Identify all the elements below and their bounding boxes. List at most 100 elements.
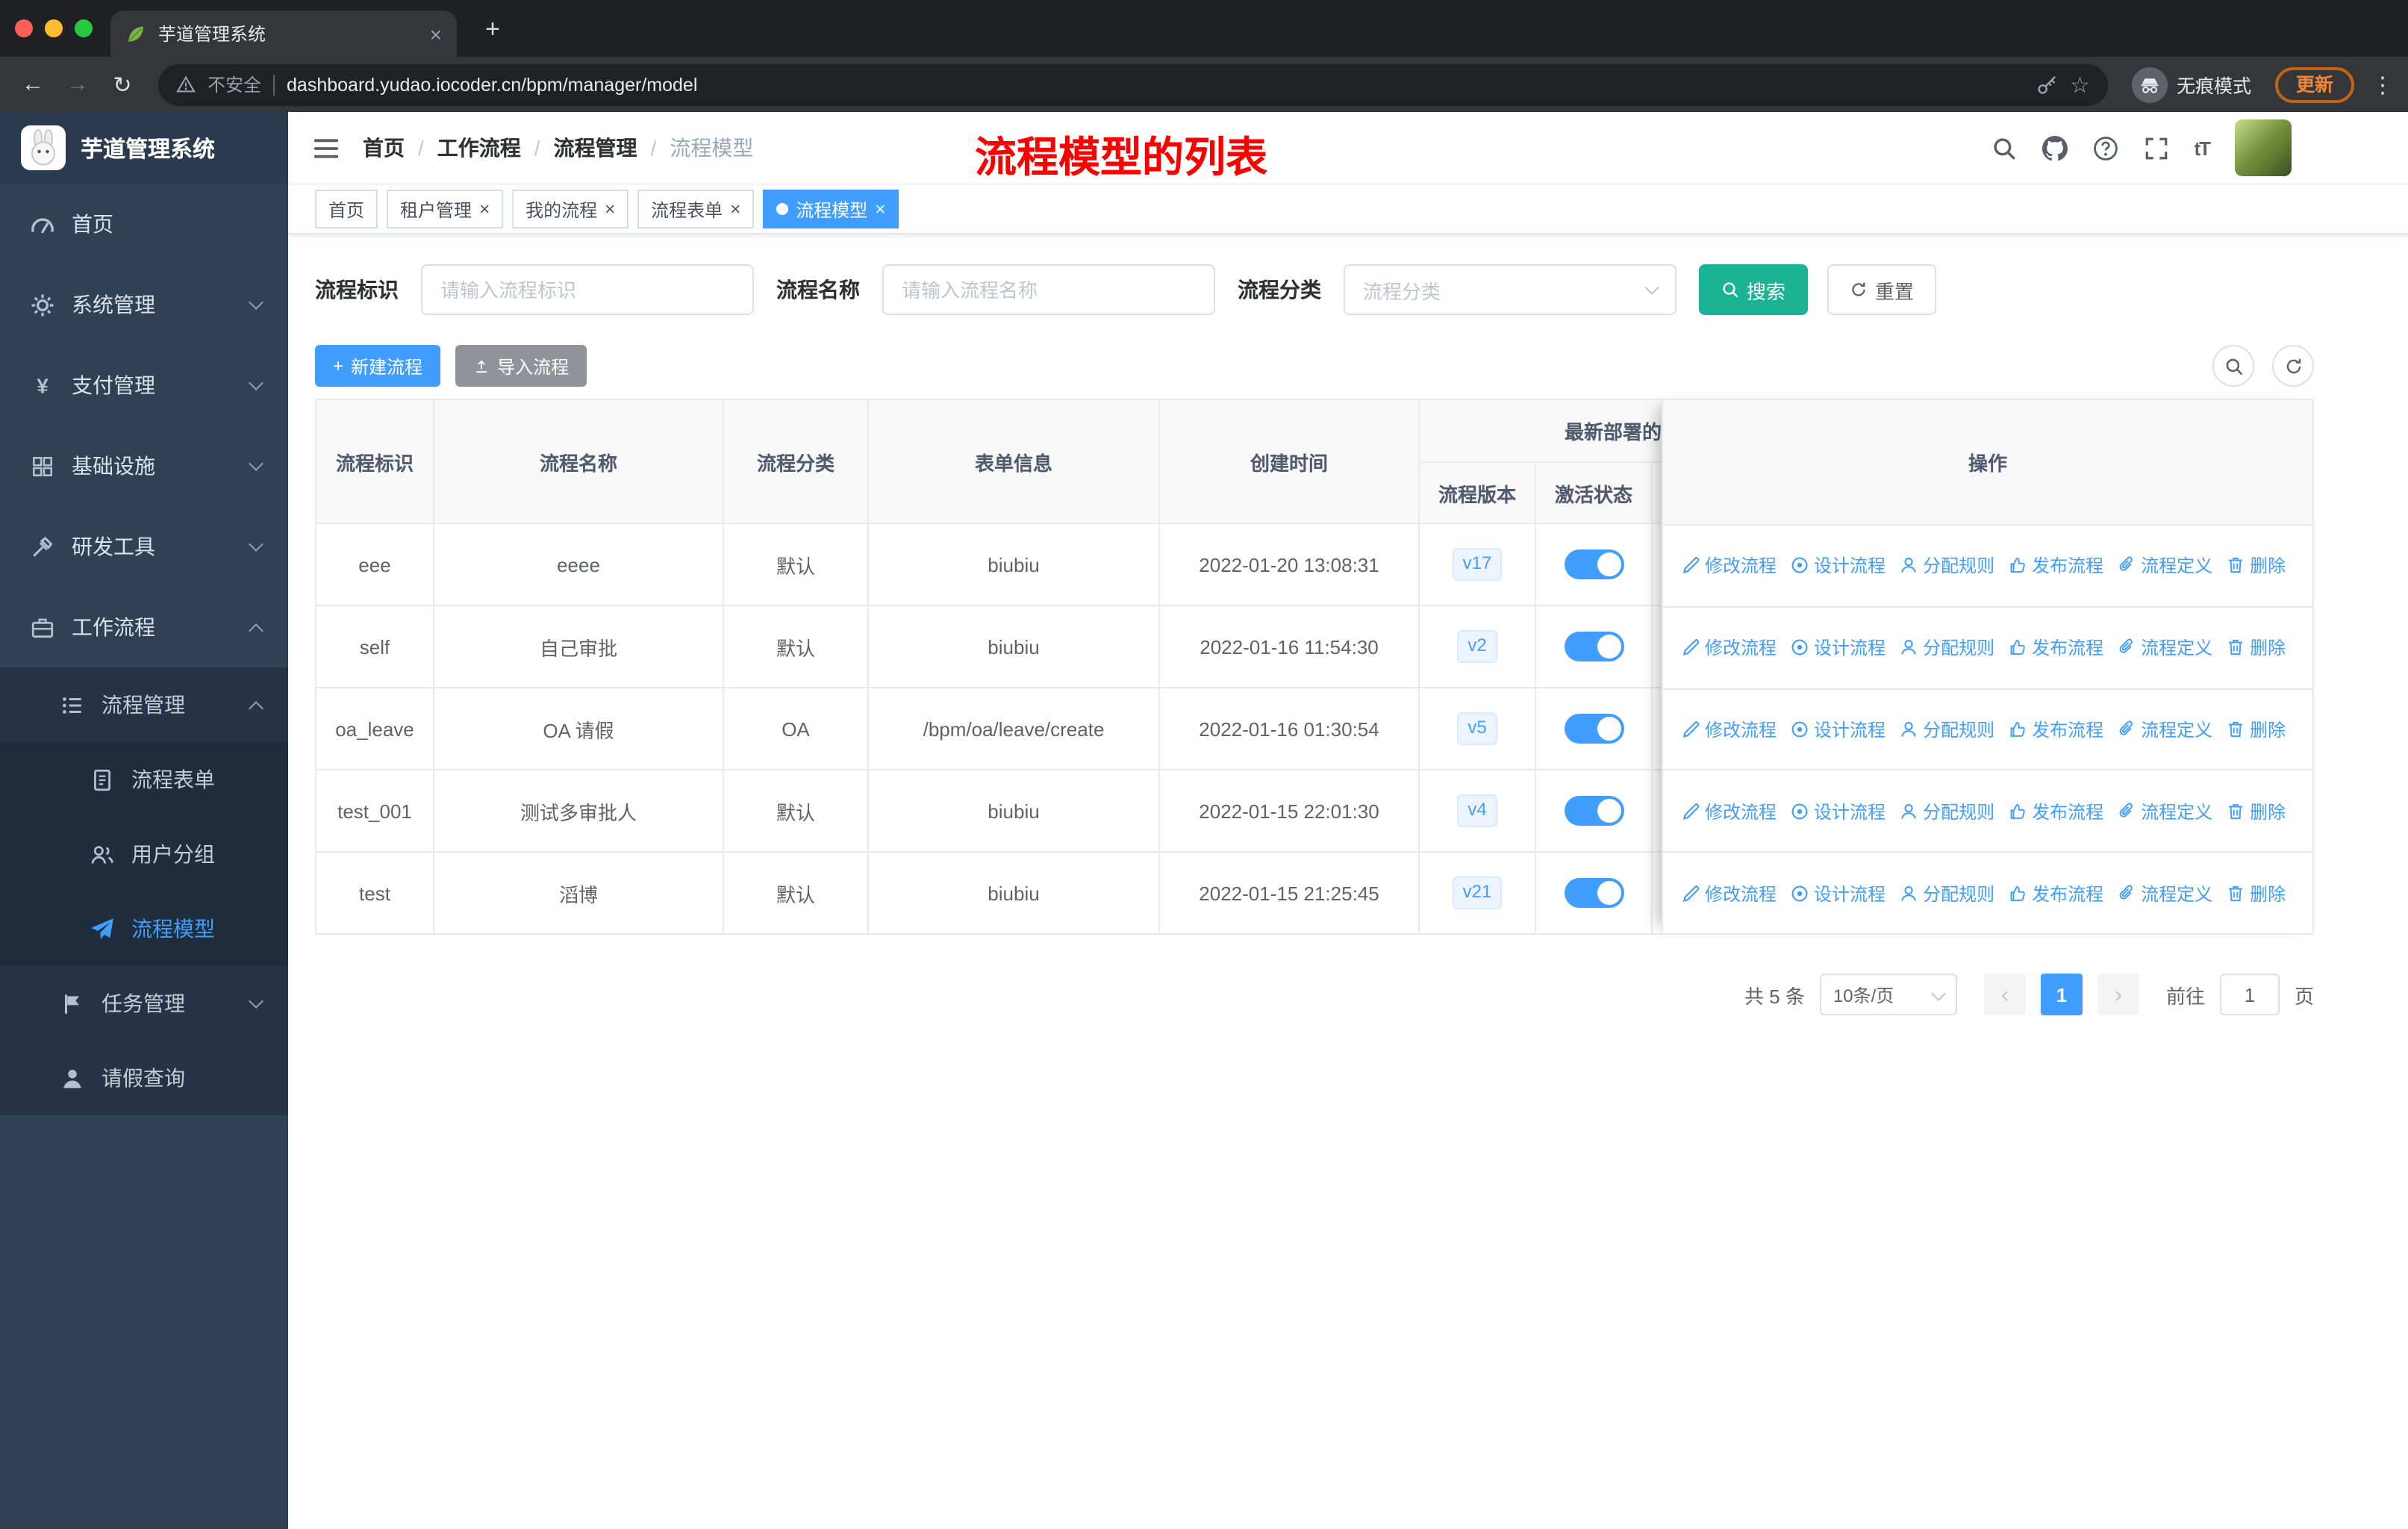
action-design-process[interactable]: 设计流程 (1790, 553, 1885, 579)
prev-page-button[interactable]: ‹ (1983, 974, 2026, 1015)
action-edit-process[interactable]: 修改流程 (1681, 799, 1777, 824)
tab-close-icon[interactable]: × (430, 23, 442, 44)
version-badge[interactable]: v21 (1452, 876, 1503, 909)
close-icon[interactable]: × (875, 200, 885, 218)
action-design-process[interactable]: 设计流程 (1790, 717, 1885, 742)
current-page-button[interactable]: 1 (2040, 974, 2083, 1015)
bookmark-star-icon[interactable]: ☆ (2070, 71, 2090, 98)
form-link[interactable]: biubiu (867, 851, 1160, 935)
action-publish-process[interactable]: 发布流程 (2008, 635, 2103, 660)
action-publish-process[interactable]: 发布流程 (2008, 880, 2103, 906)
breadcrumb-item[interactable]: 流程管理 (554, 133, 637, 163)
breadcrumb-item[interactable]: 工作流程 (437, 133, 521, 163)
import-process-button[interactable]: 导入流程 (455, 345, 587, 387)
action-assign-rule[interactable]: 分配规则 (1899, 717, 1994, 742)
action-edit-process[interactable]: 修改流程 (1681, 635, 1777, 660)
avatar[interactable] (2235, 119, 2292, 176)
address-bar[interactable]: 不安全 dashboard.yudao.iocoder.cn/bpm/manag… (158, 63, 2108, 105)
action-delete[interactable]: 删除 (2226, 880, 2286, 906)
forward-button[interactable]: → (57, 63, 99, 105)
tag-process-model[interactable]: 流程模型 × (763, 190, 899, 228)
reset-button[interactable]: 重置 (1827, 264, 1937, 315)
breadcrumb-item[interactable]: 首页 (363, 133, 405, 163)
action-delete[interactable]: 删除 (2226, 635, 2286, 660)
window-minimize-button[interactable] (45, 19, 63, 37)
version-badge[interactable]: v4 (1457, 794, 1497, 827)
sidebar-item-process-model[interactable]: 流程模型 (0, 891, 288, 966)
action-delete[interactable]: 删除 (2226, 553, 2286, 579)
close-icon[interactable]: × (730, 200, 740, 218)
fullscreen-icon[interactable] (2143, 135, 2168, 161)
next-page-button[interactable]: › (2097, 974, 2139, 1015)
action-publish-process[interactable]: 发布流程 (2008, 717, 2103, 742)
active-toggle[interactable] (1564, 714, 1623, 744)
action-design-process[interactable]: 设计流程 (1790, 880, 1885, 906)
security-label[interactable]: 不安全 (208, 72, 261, 97)
window-close-button[interactable] (15, 19, 33, 37)
action-publish-process[interactable]: 发布流程 (2008, 799, 2103, 824)
action-process-definition[interactable]: 流程定义 (2117, 635, 2212, 660)
sidebar-item-payment-management[interactable]: 支付管理 (0, 345, 288, 426)
window-zoom-button[interactable] (75, 19, 93, 37)
action-design-process[interactable]: 设计流程 (1790, 799, 1885, 824)
version-badge[interactable]: v17 (1452, 548, 1503, 581)
process-name-link[interactable]: OA 请假 (433, 687, 724, 770)
action-edit-process[interactable]: 修改流程 (1681, 880, 1777, 906)
sidebar-item-home[interactable]: 首页 (0, 184, 288, 264)
refresh-table-button[interactable] (2272, 345, 2314, 387)
action-publish-process[interactable]: 发布流程 (2008, 553, 2103, 579)
action-assign-rule[interactable]: 分配规则 (1899, 553, 1994, 579)
create-process-button[interactable]: + 新建流程 (315, 345, 441, 387)
github-icon[interactable] (2042, 135, 2067, 161)
new-tab-button[interactable]: + (475, 12, 511, 48)
process-key-input[interactable] (421, 264, 754, 315)
action-process-definition[interactable]: 流程定义 (2117, 880, 2212, 906)
action-process-definition[interactable]: 流程定义 (2117, 799, 2212, 824)
url-text[interactable]: dashboard.yudao.iocoder.cn/bpm/manager/m… (287, 74, 2024, 95)
action-delete[interactable]: 删除 (2226, 799, 2286, 824)
form-link[interactable]: biubiu (867, 523, 1160, 606)
action-delete[interactable]: 删除 (2226, 717, 2286, 742)
toggle-search-button[interactable] (2212, 345, 2254, 387)
action-assign-rule[interactable]: 分配规则 (1899, 799, 1994, 824)
app-logo[interactable]: 芋道管理系统 (0, 112, 288, 184)
close-icon[interactable]: × (605, 200, 615, 218)
sidebar-item-user-group[interactable]: 用户分组 (0, 817, 288, 891)
sidebar-item-process-form[interactable]: 流程表单 (0, 742, 288, 817)
help-icon[interactable] (2092, 135, 2118, 161)
security-warning-icon[interactable] (176, 75, 196, 94)
process-name-link[interactable]: 自己审批 (433, 605, 724, 688)
sidebar-item-task-management[interactable]: 任务管理 (0, 966, 288, 1041)
action-process-definition[interactable]: 流程定义 (2117, 553, 2212, 579)
page-size-select[interactable]: 10条/页 (1819, 974, 1957, 1015)
action-design-process[interactable]: 设计流程 (1790, 635, 1885, 660)
sidebar-item-system-management[interactable]: 系统管理 (0, 264, 288, 345)
sidebar-item-leave-query[interactable]: 请假查询 (0, 1041, 288, 1115)
font-size-icon[interactable]: tT (2194, 137, 2211, 159)
goto-page-input[interactable] (2219, 974, 2280, 1015)
process-name-input[interactable] (882, 264, 1215, 315)
process-name-link[interactable]: eeee (433, 523, 724, 606)
action-edit-process[interactable]: 修改流程 (1681, 553, 1777, 579)
form-link[interactable]: biubiu (867, 769, 1160, 853)
tag-home[interactable]: 首页 (315, 190, 378, 228)
process-name-link[interactable]: 测试多审批人 (433, 769, 724, 853)
action-edit-process[interactable]: 修改流程 (1681, 717, 1777, 742)
active-toggle[interactable] (1564, 796, 1623, 826)
browser-tab[interactable]: 芋道管理系统 × (110, 10, 457, 57)
search-icon[interactable] (1991, 135, 2016, 161)
version-badge[interactable]: v5 (1457, 712, 1497, 745)
active-toggle[interactable] (1564, 549, 1623, 579)
back-button[interactable]: ← (12, 63, 54, 105)
tag-tenant-management[interactable]: 租户管理 × (387, 190, 504, 228)
sidebar-item-process-management[interactable]: 流程管理 (0, 667, 288, 742)
tag-process-form[interactable]: 流程表单 × (637, 190, 755, 228)
active-toggle[interactable] (1564, 878, 1623, 908)
action-process-definition[interactable]: 流程定义 (2117, 717, 2212, 742)
password-key-icon[interactable] (2036, 73, 2058, 96)
sidebar-item-dev-tools[interactable]: 研发工具 (0, 506, 288, 587)
hamburger-icon[interactable] (312, 134, 340, 162)
active-toggle[interactable] (1564, 632, 1623, 661)
action-assign-rule[interactable]: 分配规则 (1899, 635, 1994, 660)
action-assign-rule[interactable]: 分配规则 (1899, 880, 1994, 906)
